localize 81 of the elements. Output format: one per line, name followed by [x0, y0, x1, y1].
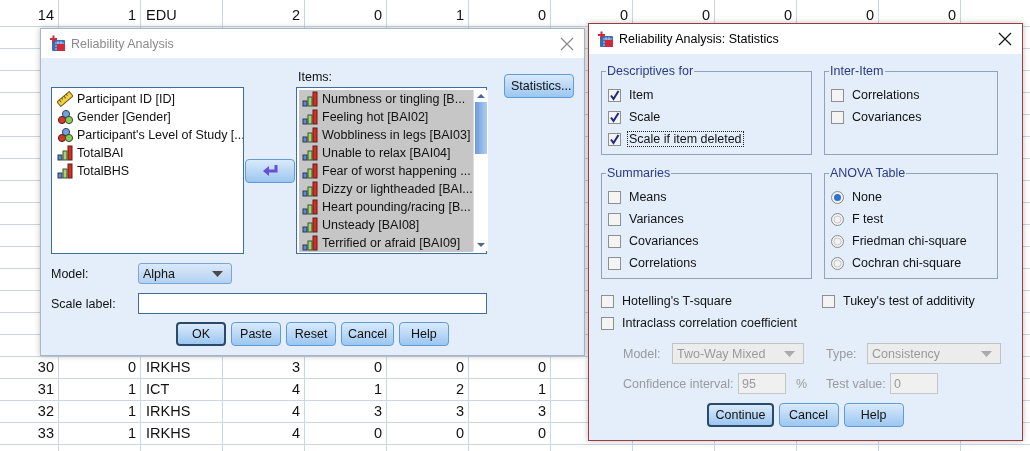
model-label: Model:: [623, 346, 662, 361]
arrow-icon: [262, 163, 278, 178]
option-label: None: [851, 189, 883, 205]
scale-label: Scale label:: [51, 296, 117, 311]
circles-icon: [57, 109, 73, 125]
option-label: Cochran chi-square: [851, 255, 963, 271]
option-label: Correlations: [628, 255, 698, 271]
option-label: F test: [851, 211, 885, 227]
option-label: Item: [628, 87, 655, 103]
option-label: Covariances: [851, 109, 923, 125]
option-label: Scale if item deleted: [627, 131, 744, 147]
list-item[interactable]: Feeling hot [BAI02]: [299, 108, 473, 126]
bar-chart-icon: [302, 181, 318, 197]
checkbox[interactable]: [608, 212, 621, 226]
checkbox[interactable]: [608, 132, 621, 146]
bar-chart-icon: [302, 163, 318, 179]
radio-button[interactable]: [831, 234, 844, 248]
option-label: Means: [628, 189, 668, 205]
list-item[interactable]: Wobbliness in legs [BAI03]: [299, 126, 473, 144]
bar-chart-icon: [302, 145, 318, 161]
close-icon: [560, 36, 574, 51]
caret-icon: [212, 270, 223, 277]
option-label: Tukey's test of additivity: [842, 293, 976, 309]
group-title: Summaries: [606, 166, 672, 180]
circles-icon: [57, 127, 73, 143]
bar-chart-icon: [57, 145, 73, 161]
group-title: ANOVA Table: [829, 166, 907, 180]
checkbox[interactable]: [822, 294, 835, 308]
option-label: Correlations: [851, 87, 921, 103]
group-title: Inter-Item: [829, 64, 885, 78]
bar-chart-icon: [302, 109, 318, 125]
button[interactable]: Help: [843, 403, 904, 427]
window-title: Reliability Analysis: Statistics: [619, 32, 780, 46]
bar-chart-icon: [302, 91, 318, 107]
checkbox[interactable]: [831, 88, 844, 102]
caret-icon: [981, 350, 992, 357]
default-button[interactable]: Continue: [707, 403, 774, 427]
window-title: Reliability Analysis: [71, 36, 175, 51]
bar-chart-icon: [302, 127, 318, 143]
option-label: Variances: [628, 211, 685, 227]
list-item[interactable]: Unsteady [BAI08]: [299, 216, 473, 234]
list-item[interactable]: Dizzy or lightheaded [BAI...: [299, 180, 473, 198]
type-label: Type:: [826, 346, 858, 361]
checkbox[interactable]: [831, 110, 844, 124]
checkbox[interactable]: [601, 316, 614, 330]
checkbox[interactable]: [608, 256, 621, 270]
bar-chart-icon: [302, 217, 318, 233]
items-label: Items:: [297, 71, 334, 86]
button[interactable]: Cancel: [778, 403, 839, 427]
option-label: Intraclass correlation coefficient: [621, 315, 798, 331]
ruler-icon: [57, 91, 73, 107]
caret-icon: [784, 350, 795, 357]
bar-chart-icon: [57, 163, 73, 179]
option-label: Friedman chi-square: [851, 233, 968, 249]
checkbox[interactable]: [608, 88, 621, 102]
confidence-interval-label: Confidence interval:: [623, 376, 735, 391]
radio-button[interactable]: [831, 190, 844, 204]
list-item[interactable]: Terrified or afraid [BAI09]: [299, 234, 473, 252]
option-label: Hotelling's T-square: [621, 293, 733, 309]
app-icon: [597, 30, 614, 48]
test-value-label: Test value:: [826, 376, 887, 391]
close-icon: [998, 32, 1012, 46]
scroll-thumb[interactable]: [474, 102, 487, 154]
radio-button[interactable]: [831, 256, 844, 270]
checkbox[interactable]: [601, 294, 614, 308]
list-item[interactable]: Heart pounding/racing [B...: [299, 198, 473, 216]
list-item[interactable]: Unable to relax [BAI04]: [299, 144, 473, 162]
percent-label: %: [796, 376, 809, 391]
bar-chart-icon: [302, 235, 318, 251]
checkbox[interactable]: [608, 190, 621, 204]
list-item[interactable]: Numbness or tingling [B...: [299, 90, 473, 108]
list-item[interactable]: Fear of worst happening ...: [299, 162, 473, 180]
app-icon: [49, 35, 66, 52]
bar-chart-icon: [302, 199, 318, 215]
checkbox[interactable]: [608, 234, 621, 248]
model-label: Model:: [51, 266, 90, 281]
radio-button[interactable]: [831, 212, 844, 226]
option-label: Scale: [628, 109, 662, 125]
option-label: Covariances: [628, 233, 700, 249]
checkbox[interactable]: [608, 110, 621, 124]
group-title: Descriptives for: [606, 64, 695, 78]
